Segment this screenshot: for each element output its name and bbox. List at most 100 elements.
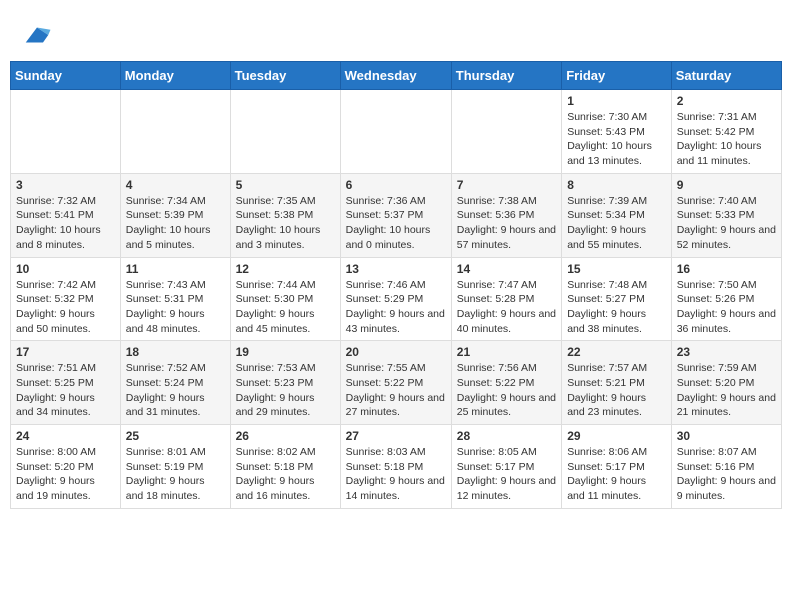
day-number: 29 — [567, 429, 666, 443]
calendar-cell: 30Sunrise: 8:07 AMSunset: 5:16 PMDayligh… — [671, 425, 781, 509]
day-number: 15 — [567, 262, 666, 276]
day-number: 2 — [677, 94, 776, 108]
day-number: 10 — [16, 262, 115, 276]
calendar-cell: 13 Sunrise: 7:46 AMSunset: 5:29 PMDayligh… — [340, 257, 451, 341]
day-info: Sunrise: 7:38 AMSunset: 5:36 PMDaylight:… — [457, 194, 556, 253]
day-info: Sunrise: 7:30 AMSunset: 5:43 PMDaylight:… — [567, 110, 666, 169]
day-number: 11 — [126, 262, 225, 276]
day-info: Sunrise: 7:57 AMSunset: 5:21 PMDaylight:… — [567, 361, 666, 420]
day-info: Sunrise: 7:40 AMSunset: 5:33 PMDaylight:… — [677, 194, 776, 253]
day-header-saturday: Saturday — [671, 62, 781, 90]
day-info: Sunrise: 8:02 AMSunset: 5:18 PMDaylight:… — [236, 445, 335, 504]
day-number: 5 — [236, 178, 335, 192]
calendar-cell — [340, 90, 451, 174]
calendar-cell — [120, 90, 230, 174]
calendar-cell: 11 Sunrise: 7:43 AMSunset: 5:31 PMDayligh… — [120, 257, 230, 341]
day-info: Sunrise: 8:06 AMSunset: 5:17 PMDaylight:… — [567, 445, 666, 504]
calendar-cell: 20 Sunrise: 7:55 AMSunset: 5:22 PMDayligh… — [340, 341, 451, 425]
calendar-cell: 14 Sunrise: 7:47 AMSunset: 5:28 PMDayligh… — [451, 257, 561, 341]
day-number: 22 — [567, 345, 666, 359]
calendar-cell: 23 Sunrise: 7:59 AMSunset: 5:20 PMDayligh… — [671, 341, 781, 425]
calendar-cell: 22 Sunrise: 7:57 AMSunset: 5:21 PMDayligh… — [562, 341, 672, 425]
day-number: 16 — [677, 262, 776, 276]
calendar-cell: 21 Sunrise: 7:56 AMSunset: 5:22 PMDayligh… — [451, 341, 561, 425]
day-info: Sunrise: 8:05 AMSunset: 5:17 PMDaylight:… — [457, 445, 556, 504]
day-info: Sunrise: 7:46 AMSunset: 5:29 PMDaylight:… — [346, 278, 446, 337]
calendar-cell: 12 Sunrise: 7:44 AMSunset: 5:30 PMDayligh… — [230, 257, 340, 341]
calendar-cell: 16Sunrise: 7:50 AMSunset: 5:26 PMDayligh… — [671, 257, 781, 341]
day-info: Sunrise: 7:42 AMSunset: 5:32 PMDaylight:… — [16, 278, 115, 337]
calendar-cell: 29 Sunrise: 8:06 AMSunset: 5:17 PMDayligh… — [562, 425, 672, 509]
day-number: 23 — [677, 345, 776, 359]
day-number: 3 — [16, 178, 115, 192]
day-number: 14 — [457, 262, 556, 276]
calendar-cell: 5 Sunrise: 7:35 AMSunset: 5:38 PMDaylight… — [230, 173, 340, 257]
calendar-cell: 15 Sunrise: 7:48 AMSunset: 5:27 PMDayligh… — [562, 257, 672, 341]
day-info: Sunrise: 8:03 AMSunset: 5:18 PMDaylight:… — [346, 445, 446, 504]
calendar-cell: 19 Sunrise: 7:53 AMSunset: 5:23 PMDayligh… — [230, 341, 340, 425]
calendar-cell: 17 Sunrise: 7:51 AMSunset: 5:25 PMDayligh… — [11, 341, 121, 425]
day-info: Sunrise: 7:51 AMSunset: 5:25 PMDaylight:… — [16, 361, 115, 420]
day-number: 20 — [346, 345, 446, 359]
day-number: 18 — [126, 345, 225, 359]
day-number: 9 — [677, 178, 776, 192]
day-number: 13 — [346, 262, 446, 276]
day-info: Sunrise: 7:48 AMSunset: 5:27 PMDaylight:… — [567, 278, 666, 337]
day-header-sunday: Sunday — [11, 62, 121, 90]
day-info: Sunrise: 7:32 AMSunset: 5:41 PMDaylight:… — [16, 194, 115, 253]
day-info: Sunrise: 7:44 AMSunset: 5:30 PMDaylight:… — [236, 278, 335, 337]
calendar-cell: 27 Sunrise: 8:03 AMSunset: 5:18 PMDayligh… — [340, 425, 451, 509]
day-info: Sunrise: 8:01 AMSunset: 5:19 PMDaylight:… — [126, 445, 225, 504]
calendar-cell: 28 Sunrise: 8:05 AMSunset: 5:17 PMDayligh… — [451, 425, 561, 509]
day-info: Sunrise: 7:34 AMSunset: 5:39 PMDaylight:… — [126, 194, 225, 253]
day-number: 1 — [567, 94, 666, 108]
day-number: 24 — [16, 429, 115, 443]
calendar-cell: 2 Sunrise: 7:31 AMSunset: 5:42 PMDaylight… — [671, 90, 781, 174]
day-header-wednesday: Wednesday — [340, 62, 451, 90]
day-info: Sunrise: 7:35 AMSunset: 5:38 PMDaylight:… — [236, 194, 335, 253]
calendar: SundayMondayTuesdayWednesdayThursdayFrid… — [10, 61, 782, 509]
day-header-monday: Monday — [120, 62, 230, 90]
day-info: Sunrise: 7:39 AMSunset: 5:34 PMDaylight:… — [567, 194, 666, 253]
day-info: Sunrise: 8:07 AMSunset: 5:16 PMDaylight:… — [677, 445, 776, 504]
day-number: 25 — [126, 429, 225, 443]
day-number: 19 — [236, 345, 335, 359]
calendar-cell: 4 Sunrise: 7:34 AMSunset: 5:39 PMDaylight… — [120, 173, 230, 257]
day-number: 17 — [16, 345, 115, 359]
day-number: 27 — [346, 429, 446, 443]
day-number: 4 — [126, 178, 225, 192]
day-number: 7 — [457, 178, 556, 192]
calendar-cell — [11, 90, 121, 174]
calendar-cell: 24 Sunrise: 8:00 AMSunset: 5:20 PMDayligh… — [11, 425, 121, 509]
logo-icon — [22, 20, 52, 50]
day-info: Sunrise: 7:56 AMSunset: 5:22 PMDaylight:… — [457, 361, 556, 420]
day-info: Sunrise: 7:43 AMSunset: 5:31 PMDaylight:… — [126, 278, 225, 337]
calendar-cell — [230, 90, 340, 174]
calendar-cell: 8 Sunrise: 7:39 AMSunset: 5:34 PMDaylight… — [562, 173, 672, 257]
day-info: Sunrise: 7:36 AMSunset: 5:37 PMDaylight:… — [346, 194, 446, 253]
calendar-cell: 10 Sunrise: 7:42 AMSunset: 5:32 PMDayligh… — [11, 257, 121, 341]
calendar-cell: 25 Sunrise: 8:01 AMSunset: 5:19 PMDayligh… — [120, 425, 230, 509]
day-number: 6 — [346, 178, 446, 192]
day-number: 28 — [457, 429, 556, 443]
day-number: 8 — [567, 178, 666, 192]
day-number: 12 — [236, 262, 335, 276]
calendar-cell: 3 Sunrise: 7:32 AMSunset: 5:41 PMDaylight… — [11, 173, 121, 257]
logo — [20, 20, 52, 50]
day-info: Sunrise: 7:53 AMSunset: 5:23 PMDaylight:… — [236, 361, 335, 420]
day-info: Sunrise: 7:59 AMSunset: 5:20 PMDaylight:… — [677, 361, 776, 420]
calendar-cell: 9 Sunrise: 7:40 AMSunset: 5:33 PMDaylight… — [671, 173, 781, 257]
day-info: Sunrise: 7:52 AMSunset: 5:24 PMDaylight:… — [126, 361, 225, 420]
calendar-cell: 1 Sunrise: 7:30 AMSunset: 5:43 PMDaylight… — [562, 90, 672, 174]
calendar-cell — [451, 90, 561, 174]
day-info: Sunrise: 8:00 AMSunset: 5:20 PMDaylight:… — [16, 445, 115, 504]
calendar-cell: 18 Sunrise: 7:52 AMSunset: 5:24 PMDayligh… — [120, 341, 230, 425]
calendar-cell: 7 Sunrise: 7:38 AMSunset: 5:36 PMDaylight… — [451, 173, 561, 257]
day-number: 26 — [236, 429, 335, 443]
day-header-thursday: Thursday — [451, 62, 561, 90]
page-header — [10, 10, 782, 55]
day-number: 21 — [457, 345, 556, 359]
day-info: Sunrise: 7:55 AMSunset: 5:22 PMDaylight:… — [346, 361, 446, 420]
day-info: Sunrise: 7:47 AMSunset: 5:28 PMDaylight:… — [457, 278, 556, 337]
day-info: Sunrise: 7:31 AMSunset: 5:42 PMDaylight:… — [677, 110, 776, 169]
